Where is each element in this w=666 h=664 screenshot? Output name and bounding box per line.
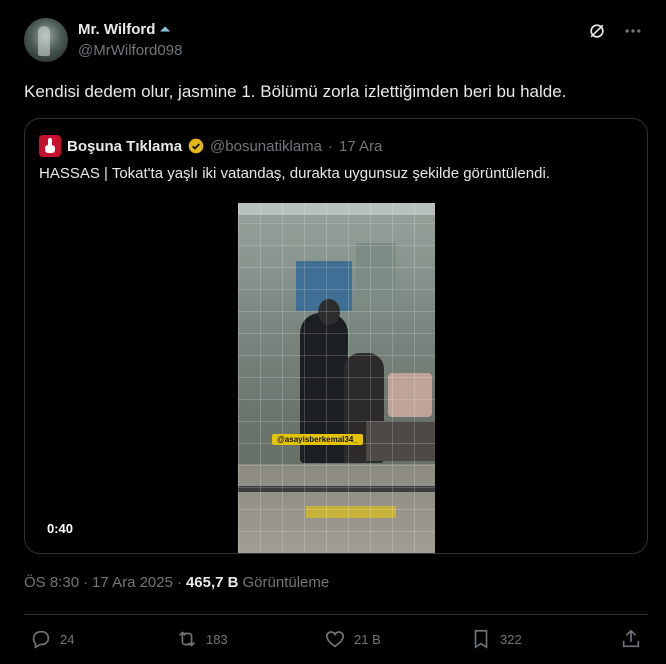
reply-count: 24 (60, 631, 75, 647)
repost-button[interactable]: 183 (176, 628, 228, 650)
tweet-meta: ÖS 8:30 · 17 Ara 2025 · 465,7 B Görüntül… (24, 574, 329, 591)
heart-icon (325, 631, 345, 648)
header-actions (586, 20, 644, 42)
more-options-icon[interactable] (622, 20, 644, 42)
grok-icon[interactable] (586, 20, 608, 42)
tweet-time[interactable]: ÖS 8:30 (24, 574, 79, 591)
share-icon (622, 629, 640, 648)
divider (24, 614, 648, 615)
bookmark-icon (474, 629, 488, 649)
separator-dot: · (328, 137, 333, 155)
author-name[interactable]: Mr. Wilford (78, 21, 155, 38)
separator-dot: · (83, 574, 89, 591)
view-count: 465,7 B (185, 574, 239, 591)
views-label: Görüntüleme (242, 574, 330, 591)
repost-count: 183 (206, 631, 228, 647)
author-handle[interactable]: @MrWilford098 (78, 42, 182, 59)
reply-button[interactable]: 24 (30, 628, 74, 650)
reply-icon (32, 630, 50, 649)
avatar[interactable] (24, 18, 68, 62)
quoted-author-handle[interactable]: @bosunatiklama (210, 138, 322, 155)
video-frame-detail (238, 203, 435, 553)
repost-icon (179, 631, 195, 647)
verified-badge-icon (188, 138, 204, 154)
bookmark-button[interactable]: 322 (470, 628, 522, 650)
bookmark-count: 322 (500, 631, 522, 647)
tweet-date[interactable]: 17 Ara 2025 (92, 574, 173, 591)
pyramid-icon: ⏶ (159, 21, 171, 37)
video-duration: 0:40 (47, 521, 74, 536)
hand-pointer-icon (45, 138, 55, 153)
video-player[interactable]: @asayisberkemal34_ (238, 203, 435, 553)
quoted-avatar[interactable] (39, 135, 61, 157)
video-watermark: @asayisberkemal34_ (272, 434, 363, 445)
quoted-tweet[interactable]: Boşuna Tıklama @bosunatiklama · 17 Ara H… (24, 118, 648, 554)
quoted-date[interactable]: 17 Ara (339, 138, 382, 155)
author-name-row[interactable]: Mr. Wilford ⏶ (78, 21, 171, 38)
like-count: 21 B (354, 631, 381, 647)
quoted-tweet-text: HASSAS | Tokat'ta yaşlı iki vatandaş, du… (39, 165, 550, 182)
quoted-tweet-header: Boşuna Tıklama @bosunatiklama · 17 Ara (39, 135, 382, 157)
share-button[interactable] (620, 628, 642, 650)
like-button[interactable]: 21 B (324, 628, 381, 650)
tweet-header: Mr. Wilford ⏶ @MrWilford098 (24, 18, 644, 64)
quoted-author-name[interactable]: Boşuna Tıklama (67, 138, 182, 155)
tweet-text: Kendisi dedem olur, jasmine 1. Bölümü zo… (24, 82, 567, 101)
action-bar: 24 183 21 B 322 (24, 624, 648, 656)
separator-dot: · (176, 574, 182, 591)
